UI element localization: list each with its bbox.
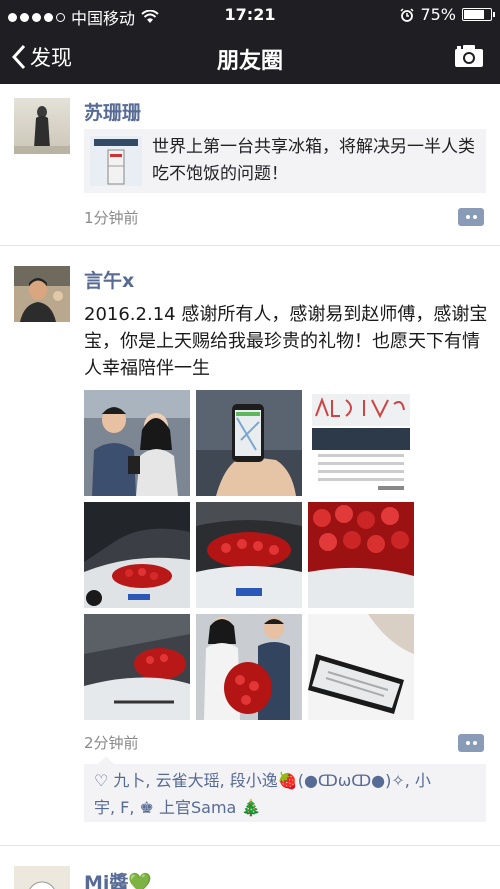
post-author-name[interactable]: 言午x <box>84 266 134 293</box>
post-item: 苏珊珊 世界上第一台共享冰箱，将解决另一半人类吃不饱饭的问题！ 1分钟前 <box>0 84 500 246</box>
photo-thumbnail[interactable] <box>84 502 190 608</box>
post-author-name-text: Mi醬 <box>84 872 129 889</box>
avatar[interactable] <box>14 98 70 154</box>
post-text: 2016.2.14 感谢所有人，感谢易到赵师傅，感谢宝宝，你是上天赐给我最珍贵的… <box>84 304 488 379</box>
green-heart-emoji: 💚 <box>128 872 153 889</box>
post-item: Mi醬💚 <box>0 846 500 889</box>
comment-button[interactable] <box>458 208 484 226</box>
likes-line[interactable]: 宇, F, ♚ 上官Sama 🎄 <box>94 794 476 821</box>
avatar[interactable] <box>14 266 70 322</box>
chevron-left-icon <box>12 44 26 70</box>
photo-thumbnail[interactable] <box>196 502 302 608</box>
photo-thumbnail[interactable] <box>84 614 190 720</box>
photo-thumbnail[interactable] <box>308 502 414 608</box>
status-right: 75% <box>400 5 495 24</box>
moments-feed[interactable]: 苏珊珊 世界上第一台共享冰箱，将解决另一半人类吃不饱饭的问题！ 1分钟前 言午x… <box>0 84 500 889</box>
photo-thumbnail[interactable] <box>308 390 414 496</box>
status-bar: 中国移动 17:21 75% <box>0 0 500 30</box>
likes-list: ♡ 九卜, 云雀大瑶, 段小逸🍓(●ↀωↀ●)✧, 小 宇, F, ♚ 上官Sa… <box>84 756 486 822</box>
battery-label: 75% <box>420 5 456 24</box>
photo-thumbnail[interactable] <box>196 390 302 496</box>
link-title: 世界上第一台共享冰箱，将解决另一半人类吃不饱饭的问题！ <box>152 137 475 184</box>
battery-fill <box>464 10 484 19</box>
post-time: 2分钟前 <box>84 734 139 752</box>
post-author-name[interactable]: Mi醬💚 <box>84 868 152 889</box>
link-thumbnail <box>90 136 142 186</box>
photo-thumbnail[interactable] <box>84 390 190 496</box>
back-button[interactable]: 发现 <box>12 42 72 72</box>
camera-icon <box>455 45 483 67</box>
shared-link-card[interactable]: 世界上第一台共享冰箱，将解决另一半人类吃不饱饭的问题！ <box>84 129 486 193</box>
photo-thumbnail[interactable] <box>308 614 414 720</box>
camera-button[interactable] <box>454 44 484 72</box>
likes-line[interactable]: ♡ 九卜, 云雀大瑶, 段小逸🍓(●ↀωↀ●)✧, 小 <box>94 767 476 794</box>
post-item: 言午x 2016.2.14 感谢所有人，感谢易到赵师傅，感谢宝宝，你是上天赐给我… <box>0 246 500 846</box>
photo-thumbnail[interactable] <box>196 614 302 720</box>
comment-button[interactable] <box>458 734 484 752</box>
alarm-icon <box>400 7 414 22</box>
battery-icon <box>462 8 495 21</box>
back-label: 发现 <box>30 46 72 70</box>
post-author-name[interactable]: 苏珊珊 <box>84 98 141 125</box>
post-time: 1分钟前 <box>84 209 139 227</box>
avatar[interactable] <box>14 866 70 889</box>
nav-bar: 发现 朋友圈 <box>0 30 500 84</box>
page-title: 朋友圈 <box>216 49 283 74</box>
